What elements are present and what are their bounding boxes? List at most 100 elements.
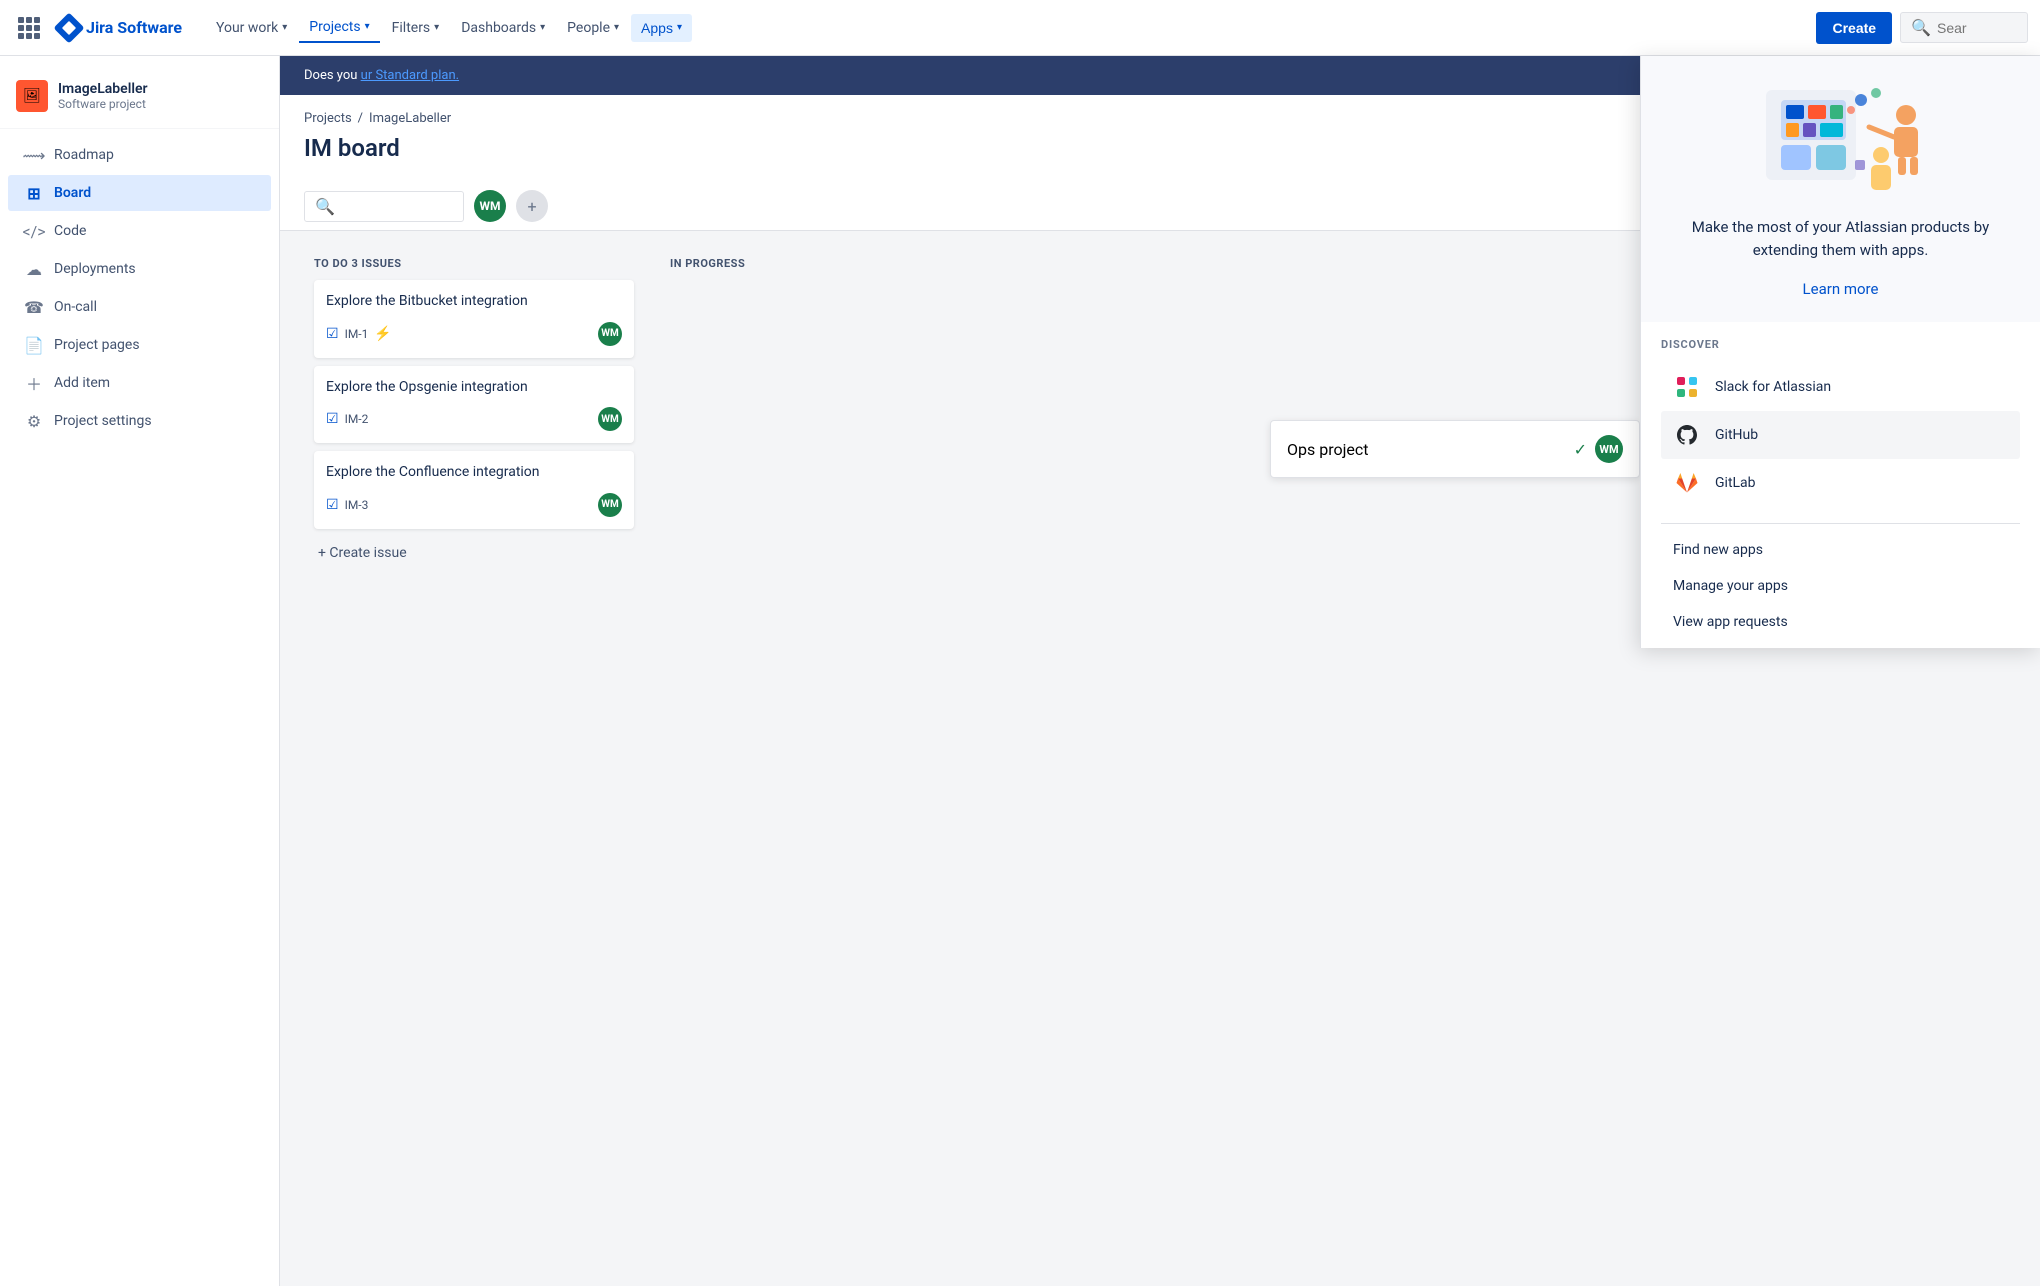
create-issue-button[interactable]: + Create issue <box>314 537 634 569</box>
board-search-icon: 🔍 <box>315 197 335 216</box>
search-icon: 🔍 <box>1911 18 1931 37</box>
project-name: ImageLabeller <box>58 81 148 97</box>
github-icon <box>1673 421 1701 449</box>
breadcrumb-projects[interactable]: Projects <box>304 111 352 126</box>
checkmark-icon: ✓ <box>1574 440 1587 459</box>
oncall-icon: ☎ <box>24 297 44 317</box>
sidebar-item-code[interactable]: </> Code <box>8 213 271 249</box>
card-checkbox-2-icon: ☑ <box>326 411 339 427</box>
inprogress-column: IN PROGRESS <box>660 247 1000 579</box>
nav-projects[interactable]: Projects ▾ <box>299 13 379 43</box>
logo-text: Jira Software <box>86 18 182 37</box>
banner-text: Does you ur Standard plan. <box>304 68 459 83</box>
sidebar-item-add-item[interactable]: ＋ Add item <box>8 365 271 401</box>
card-im-2[interactable]: Explore the Opsgenie integration ☑ IM-2 … <box>314 366 634 444</box>
find-new-apps-link[interactable]: Find new apps <box>1661 532 2020 568</box>
discover-item-github-label: GitHub <box>1715 427 1758 443</box>
right-panel-actions: ✓ WM <box>1574 435 1623 463</box>
user-avatar-wm[interactable]: WM <box>474 190 506 222</box>
discover-item-gitlab-label: GitLab <box>1715 475 1756 491</box>
card-im-3[interactable]: Explore the Confluence integration ☑ IM-… <box>314 451 634 529</box>
nav-apps-button[interactable]: Apps ▾ <box>631 14 692 42</box>
sidebar-project-info: ImageLabeller Software project <box>58 81 148 111</box>
slack-icon <box>1673 373 1701 401</box>
discover-item-github[interactable]: GitHub <box>1661 411 2020 459</box>
deployments-icon: ☁ <box>24 259 44 279</box>
view-app-requests-link[interactable]: View app requests <box>1661 604 2020 640</box>
manage-apps-link[interactable]: Manage your apps <box>1661 568 2020 604</box>
breadcrumb-separator: / <box>358 111 363 126</box>
breadcrumb-project[interactable]: ImageLabeller <box>369 111 451 126</box>
add-member-button[interactable]: + <box>516 190 548 222</box>
create-issue-label: + Create issue <box>318 545 407 561</box>
code-icon: </> <box>24 221 44 241</box>
pages-icon: 📄 <box>24 335 44 355</box>
sidebar-item-roadmap[interactable]: ⟿ Roadmap <box>8 137 271 173</box>
nav-projects-label: Projects <box>309 19 360 35</box>
right-panel-card: Ops project ✓ WM <box>1270 420 1640 478</box>
nav-filters-label: Filters <box>392 20 431 36</box>
sidebar-item-project-settings[interactable]: ⚙ Project settings <box>8 403 271 439</box>
jira-logo[interactable]: Jira Software <box>58 17 182 39</box>
discover-item-slack[interactable]: Slack for Atlassian <box>1661 363 2020 411</box>
apps-links: Find new apps Manage your apps View app … <box>1641 524 2040 648</box>
sidebar-item-project-settings-label: Project settings <box>54 413 152 429</box>
card-im-3-id-row: ☑ IM-3 <box>326 497 368 513</box>
discover-item-gitlab[interactable]: GitLab <box>1661 459 2020 507</box>
board-search-field[interactable]: 🔍 <box>304 191 464 222</box>
inprogress-column-header: IN PROGRESS <box>670 257 990 270</box>
card-checkbox-icon: ☑ <box>326 326 339 342</box>
card-im-3-title: Explore the Confluence integration <box>326 463 622 483</box>
sidebar-item-oncall[interactable]: ☎ On-call <box>8 289 271 325</box>
card-im-2-footer: ☑ IM-2 WM <box>326 407 622 431</box>
sidebar-item-roadmap-label: Roadmap <box>54 147 114 163</box>
logo-diamond-icon <box>53 12 84 43</box>
project-icon: 🖼 <box>16 80 48 112</box>
todo-column: TO DO 3 ISSUES Explore the Bitbucket int… <box>304 247 644 579</box>
board-icon: ⊞ <box>24 183 44 203</box>
apps-learn-more-link[interactable]: Learn more <box>1803 280 1879 298</box>
card-im-2-title: Explore the Opsgenie integration <box>326 378 622 398</box>
nav-dashboards-chevron: ▾ <box>540 22 545 33</box>
nav-dashboards-label: Dashboards <box>461 20 536 36</box>
card-im-2-id-row: ☑ IM-2 <box>326 411 368 427</box>
sidebar-item-code-label: Code <box>54 223 86 239</box>
nav-dashboards[interactable]: Dashboards ▾ <box>451 14 555 42</box>
banner-link[interactable]: ur Standard plan. <box>361 68 459 83</box>
nav-people[interactable]: People ▾ <box>557 14 629 42</box>
sidebar-item-deployments[interactable]: ☁ Deployments <box>8 251 271 287</box>
search-box[interactable]: 🔍 <box>1900 12 2028 43</box>
sidebar-item-project-pages[interactable]: 📄 Project pages <box>8 327 271 363</box>
card-im-1-assignee: WM <box>598 322 622 346</box>
search-input[interactable] <box>1937 20 2017 36</box>
discover-section: DISCOVER Slack for Atlassian GitHub <box>1641 322 2040 523</box>
apps-illustration-svg <box>1751 85 1931 195</box>
grid-menu[interactable] <box>12 11 58 45</box>
create-button[interactable]: Create <box>1816 12 1892 44</box>
nav-people-chevron: ▾ <box>614 22 619 33</box>
add-icon: ＋ <box>24 373 44 393</box>
card-im-1[interactable]: Explore the Bitbucket integration ☑ IM-1… <box>314 280 634 358</box>
card-im-2-assignee: WM <box>598 407 622 431</box>
sidebar-item-board[interactable]: ⊞ Board <box>8 175 271 211</box>
apps-tagline: Make the most of your Atlassian products… <box>1681 216 2001 261</box>
todo-column-header: TO DO 3 ISSUES <box>314 257 634 270</box>
sidebar-item-oncall-label: On-call <box>54 299 97 315</box>
card-im-1-title: Explore the Bitbucket integration <box>326 292 622 312</box>
roadmap-icon: ⟿ <box>24 145 44 165</box>
sidebar-item-add-item-label: Add item <box>54 375 110 391</box>
right-panel-ops-project: Ops project <box>1287 440 1369 459</box>
sidebar-item-project-pages-label: Project pages <box>54 337 140 353</box>
nav-items: Your work ▾ Projects ▾ Filters ▾ Dashboa… <box>206 13 1816 43</box>
settings-icon: ⚙ <box>24 411 44 431</box>
sidebar-item-board-label: Board <box>54 185 91 201</box>
sidebar-item-deployments-label: Deployments <box>54 261 136 277</box>
apps-grid-icon[interactable] <box>12 11 46 45</box>
nav-your-work[interactable]: Your work ▾ <box>206 14 297 42</box>
top-navigation: Jira Software Your work ▾ Projects ▾ Fil… <box>0 0 2040 56</box>
nav-apps-label: Apps <box>641 20 673 36</box>
nav-apps-chevron: ▾ <box>677 22 682 33</box>
apps-illustration-section: Make the most of your Atlassian products… <box>1641 56 2040 322</box>
nav-filters[interactable]: Filters ▾ <box>382 14 450 42</box>
link-icon: ⚡ <box>374 326 391 342</box>
